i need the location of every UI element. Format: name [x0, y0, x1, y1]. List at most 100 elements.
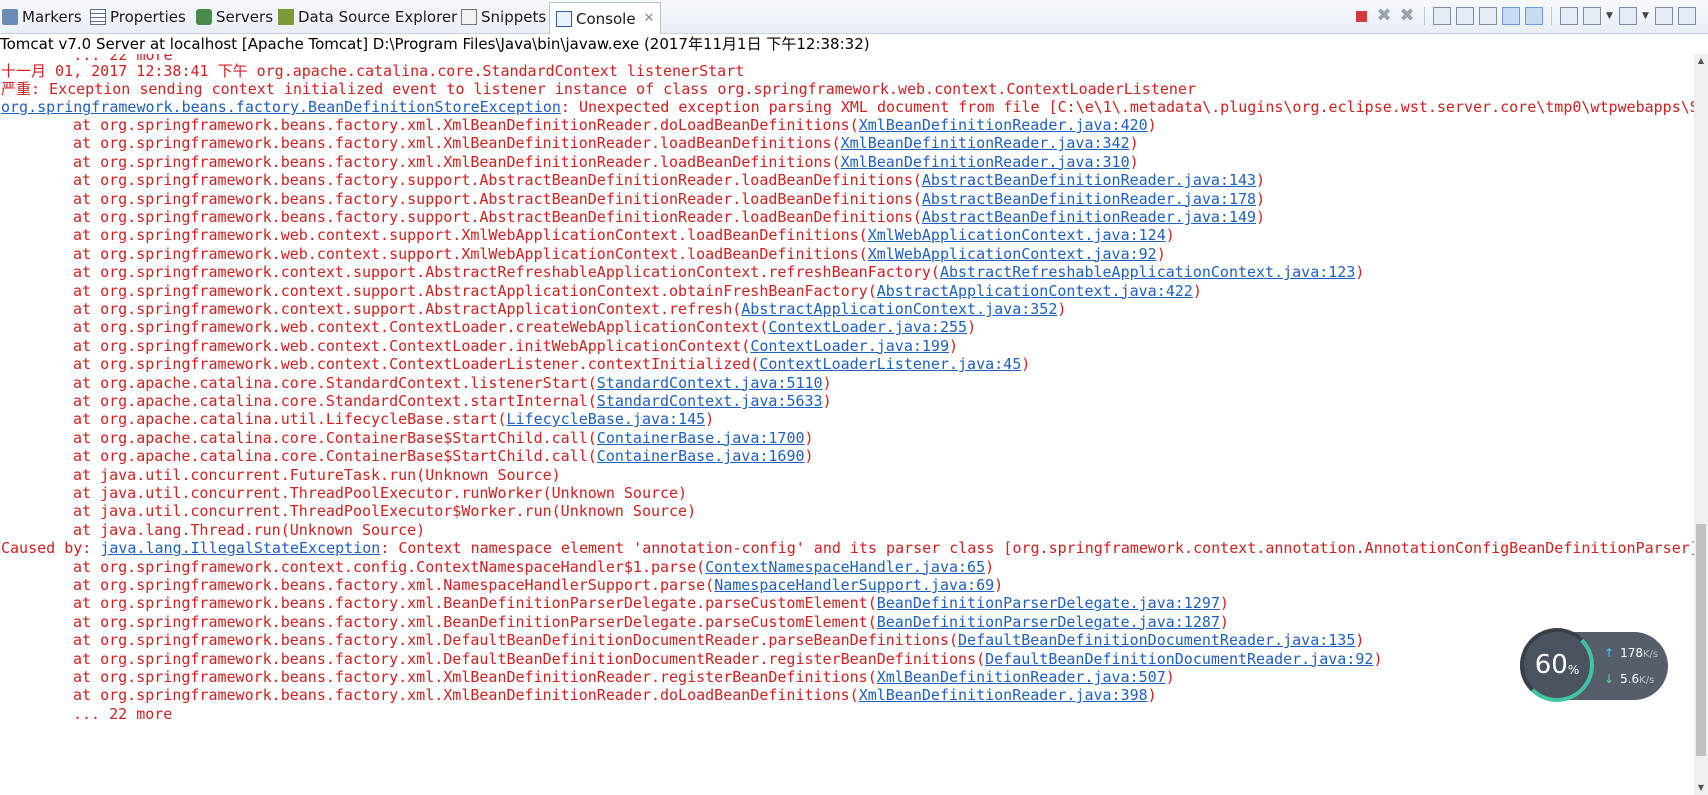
tab-label: Servers — [216, 8, 274, 26]
source-link[interactable]: AbstractApplicationContext.java:422 — [877, 282, 1193, 300]
stack-frame-text: at org.apache.catalina.core.StandardCont… — [73, 392, 597, 410]
usage-percent: 60 — [1534, 650, 1568, 680]
arrow-down-icon: ↓ — [1604, 672, 1615, 686]
source-link[interactable]: StandardContext.java:5110 — [597, 374, 823, 392]
source-link[interactable]: XmlWebApplicationContext.java:92 — [868, 245, 1157, 263]
word-wrap-icon[interactable] — [1479, 7, 1497, 25]
usage-gauge: 60% — [1520, 628, 1594, 702]
source-link[interactable]: ContextLoader.java:255 — [768, 318, 967, 336]
view-tab-bar: Markers Properties Servers Data Source E… — [0, 0, 1708, 34]
tab-label: Properties — [110, 8, 186, 26]
stack-frame-line: at org.springframework.beans.factory.sup… — [73, 171, 1266, 190]
chevron-down-icon[interactable]: ▼ — [1606, 7, 1614, 25]
percent-sign: % — [1567, 663, 1580, 677]
exception-link[interactable]: java.lang.IllegalStateException — [100, 539, 380, 557]
source-link[interactable]: AbstractBeanDefinitionReader.java:149 — [922, 208, 1256, 226]
source-link[interactable]: ContainerBase.java:1690 — [597, 447, 805, 465]
upload-unit: K/s — [1642, 649, 1659, 660]
source-link[interactable]: XmlBeanDefinitionReader.java:310 — [841, 153, 1130, 171]
stack-frame-line: at org.springframework.beans.factory.sup… — [73, 189, 1266, 208]
network-speed-widget[interactable]: 60% ↑ 178K/s ↓ 5.6K/s — [1520, 628, 1668, 702]
tab-console[interactable]: Console ✕ — [549, 2, 662, 34]
stack-frame-text: at org.springframework.beans.factory.sup… — [73, 189, 922, 208]
minimize-icon[interactable] — [1655, 7, 1673, 25]
stack-frame-text: at java.util.concurrent.FutureTask.run(U… — [73, 465, 561, 484]
source-link[interactable]: StandardContext.java:5633 — [597, 392, 823, 410]
scroll-up-icon[interactable]: ▲ — [1694, 54, 1708, 68]
console-icon — [556, 10, 572, 27]
stack-frame-text: at org.springframework.beans.factory.xml… — [73, 649, 986, 668]
source-link[interactable]: NamespaceHandlerSupport.java:69 — [714, 576, 994, 594]
stack-frame-line: at org.springframework.context.support.A… — [73, 263, 1365, 282]
source-link[interactable]: ContextNamespaceHandler.java:65 — [705, 558, 985, 576]
maximize-icon[interactable] — [1678, 7, 1696, 25]
remove-all-terminated-icon[interactable]: ✖ — [1398, 7, 1416, 25]
scrollbar-thumb[interactable] — [1696, 524, 1706, 756]
stack-frame-text: at org.springframework.beans.factory.xml… — [73, 612, 877, 631]
source-link[interactable]: ContextLoader.java:199 — [750, 337, 949, 355]
console-output[interactable]: ... 22 more 十一月 01, 2017 12:38:41 下午 org… — [0, 54, 1694, 795]
stack-frame-line: at org.springframework.beans.factory.sup… — [73, 208, 1266, 226]
show-console-on-stderr-icon[interactable] — [1525, 7, 1543, 25]
close-icon[interactable]: ✕ — [644, 11, 655, 26]
open-console-icon[interactable] — [1619, 7, 1637, 25]
tab-servers[interactable]: Servers — [196, 4, 273, 30]
display-selected-console-icon[interactable] — [1583, 7, 1601, 25]
source-link[interactable]: ContainerBase.java:1700 — [597, 429, 805, 447]
stack-frame-line: at org.springframework.web.context.Conte… — [73, 355, 1031, 374]
download-unit: K/s — [1639, 675, 1655, 686]
source-link[interactable]: DefaultBeanDefinitionDocumentReader.java… — [958, 631, 1355, 649]
remove-launch-icon[interactable]: ✖ — [1375, 7, 1393, 25]
tab-label: Snippets — [481, 8, 547, 26]
stack-frame-text: at org.springframework.web.context.Conte… — [73, 336, 751, 355]
source-link[interactable]: LifecycleBase.java:145 — [506, 410, 705, 428]
tab-snippets[interactable]: Snippets — [461, 4, 546, 30]
terminate-icon[interactable] — [1356, 10, 1367, 22]
tab-properties[interactable]: Properties — [90, 4, 186, 30]
stack-frame-text: at java.util.concurrent.ThreadPoolExecut… — [73, 484, 688, 502]
source-link[interactable]: XmlWebApplicationContext.java:124 — [868, 226, 1166, 244]
stack-frame-text: at org.springframework.context.support.A… — [73, 281, 877, 300]
stack-frame-text: at org.springframework.context.support.A… — [73, 300, 742, 318]
tab-data-source-explorer[interactable]: Data Source Explorer — [278, 4, 457, 30]
source-link[interactable]: XmlBeanDefinitionReader.java:507 — [877, 668, 1166, 686]
stack-frame-text: at org.apache.catalina.core.ContainerBas… — [73, 447, 597, 466]
clear-console-icon[interactable] — [1433, 7, 1451, 25]
source-link[interactable]: BeanDefinitionParserDelegate.java:1287 — [877, 613, 1220, 631]
source-link[interactable]: AbstractBeanDefinitionReader.java:143 — [922, 171, 1256, 189]
stack-frame-line: at org.springframework.beans.factory.xml… — [73, 134, 1139, 153]
scroll-down-icon[interactable]: ▼ — [1694, 781, 1708, 795]
stack-frame-line: at org.springframework.web.context.Conte… — [73, 336, 959, 355]
vertical-scrollbar[interactable]: ▲ ▼ — [1694, 54, 1708, 795]
chevron-down-icon[interactable]: ▼ — [1642, 7, 1650, 25]
source-link[interactable]: AbstractApplicationContext.java:352 — [741, 300, 1057, 318]
console-line: 严重: Exception sending context initialize… — [1, 80, 1196, 98]
stack-frame-text: at org.apache.catalina.core.StandardCont… — [73, 373, 597, 392]
process-description: Tomcat v7.0 Server at localhost [Apache … — [0, 34, 1708, 54]
stack-frame-line: at org.springframework.beans.factory.xml… — [73, 612, 1229, 631]
toolbar-separator — [1551, 7, 1552, 25]
upload-value: 178 — [1620, 646, 1643, 660]
exception-message: : Context namespace element 'annotation-… — [380, 539, 1694, 558]
stack-frame-text: at org.springframework.web.context.Conte… — [73, 355, 760, 374]
source-link[interactable]: XmlBeanDefinitionReader.java:342 — [841, 134, 1130, 152]
source-link[interactable]: AbstractBeanDefinitionReader.java:178 — [922, 190, 1256, 208]
source-link[interactable]: AbstractRefreshableApplicationContext.ja… — [940, 263, 1355, 281]
stack-frame-line: at java.lang.Thread.run(Unknown Source) — [1, 520, 425, 540]
stack-frame-text: at org.springframework.web.context.Conte… — [73, 318, 769, 337]
source-link[interactable]: XmlBeanDefinitionReader.java:398 — [859, 686, 1148, 704]
exception-link[interactable]: org.springframework.beans.factory.BeanDe… — [1, 98, 561, 116]
source-link[interactable]: ContextLoaderListener.java:45 — [759, 355, 1021, 373]
pin-console-icon[interactable] — [1560, 7, 1578, 25]
tab-markers[interactable]: Markers — [2, 4, 82, 30]
source-link[interactable]: DefaultBeanDefinitionDocumentReader.java… — [985, 650, 1373, 668]
scroll-lock-icon[interactable] — [1456, 7, 1474, 25]
stack-frame-line: at org.springframework.web.context.Conte… — [73, 318, 977, 337]
stack-frame-text: at org.springframework.web.context.suppo… — [73, 226, 868, 245]
source-link[interactable]: BeanDefinitionParserDelegate.java:1297 — [877, 594, 1220, 612]
stack-frame-text: at org.springframework.beans.factory.xml… — [73, 576, 715, 594]
stack-frame-text: at org.springframework.beans.factory.sup… — [73, 208, 922, 226]
source-link[interactable]: XmlBeanDefinitionReader.java:420 — [859, 116, 1148, 134]
stack-frame-line: at org.springframework.context.config.Co… — [73, 557, 995, 576]
show-console-on-stdout-icon[interactable] — [1502, 7, 1520, 25]
